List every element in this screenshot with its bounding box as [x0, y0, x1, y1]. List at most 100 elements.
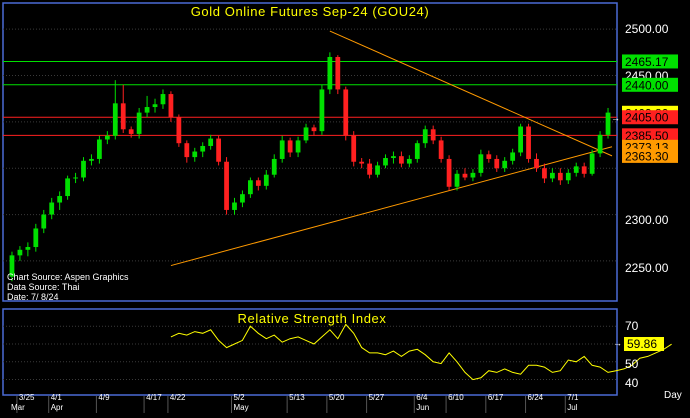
price-chart-title: Gold Online Futures Sep-24 (GOU24) [191, 4, 430, 19]
candlestick [589, 149, 595, 176]
candle-body [255, 180, 261, 186]
candle-body [319, 89, 325, 132]
candle-body [57, 196, 63, 203]
x-day-label: 4/1 [51, 393, 63, 402]
candle-body [526, 126, 531, 159]
candle-body [160, 94, 166, 105]
candle-body [33, 228, 39, 248]
candle-body [216, 138, 221, 162]
candle-body [375, 165, 380, 175]
candle-body [327, 56, 333, 90]
x-axis-unit: Day [664, 390, 682, 401]
candle-body [589, 153, 595, 174]
x-day-label: 3/25 [19, 393, 35, 402]
candle-body [518, 126, 523, 153]
candlestick [176, 114, 182, 147]
candle-body [462, 173, 468, 178]
candle-body [534, 158, 539, 169]
candle-body [263, 174, 269, 186]
candle-body [605, 112, 611, 135]
candle-body [208, 138, 214, 146]
candlestick [319, 84, 325, 135]
candle-body [200, 145, 206, 152]
candle-body [391, 156, 396, 159]
rsi-last-value-label: 59.86 [627, 337, 657, 351]
candlestick [343, 86, 349, 141]
candle-body [168, 94, 174, 118]
source-line-3: Date: 7/ 8/24 [7, 292, 59, 302]
level-label-text: 2440.00 [625, 78, 669, 92]
x-day-label: 5/27 [369, 393, 385, 402]
x-month-label: Apr [51, 403, 64, 412]
x-day-label: 5/2 [234, 393, 246, 402]
candlestick [216, 135, 221, 166]
candlestick [526, 123, 531, 163]
source-line-1: Chart Source: Aspen Graphics [7, 272, 129, 282]
rsi-tick-label: 40 [625, 376, 639, 390]
candle-body [144, 107, 150, 113]
candle-body [176, 117, 182, 144]
x-month-label: Jun [416, 403, 429, 412]
x-day-label: 6/4 [416, 393, 428, 402]
candle-body [438, 140, 444, 159]
candle-body [224, 161, 229, 210]
x-day-label: 6/24 [528, 393, 544, 402]
y-tick-label: 2250.00 [625, 261, 669, 275]
candle-body [25, 247, 31, 250]
candle-body [49, 202, 55, 215]
candle-body [486, 154, 492, 159]
candle-body [232, 202, 237, 210]
candlestick [597, 131, 603, 158]
candle-body [399, 156, 404, 164]
candle-body [104, 135, 110, 140]
candle-body [97, 139, 102, 159]
chart-canvas: Gold Online Futures Sep-24 (GOU24) Chart… [0, 0, 690, 413]
candle-body [311, 127, 317, 132]
x-day-label: 6/17 [488, 393, 504, 402]
x-day-label: 6/10 [448, 393, 464, 402]
x-day-label: 5/20 [329, 393, 345, 402]
candle-body [422, 129, 428, 144]
candle-body [542, 168, 547, 179]
candle-body [502, 160, 508, 169]
candle-body [565, 172, 571, 181]
candle-body [351, 135, 357, 162]
level-label: 2363.30 [622, 148, 678, 163]
candle-body [446, 158, 452, 187]
candlestick [438, 136, 444, 163]
candlestick [224, 157, 229, 215]
candle-body [73, 177, 78, 179]
candle-body [65, 178, 70, 197]
candle-body [510, 152, 516, 161]
candle-body [128, 129, 134, 134]
candle-body [192, 151, 198, 158]
candle-body [184, 143, 190, 158]
candle-body [494, 158, 500, 169]
x-day-label: 5/13 [289, 393, 305, 402]
candle-body [454, 173, 460, 187]
rsi-tick-label: 70 [625, 319, 639, 333]
level-label: 2465.17 [622, 54, 678, 69]
last-price-arrow: → [611, 113, 620, 123]
level-label: 2440.00 [622, 77, 678, 92]
level-label: 2405.00 [622, 110, 678, 125]
candle-body [557, 172, 563, 181]
candlestick [327, 52, 333, 95]
candle-body [430, 129, 436, 141]
candle-body [248, 180, 253, 195]
candle-body [152, 104, 158, 108]
candle-body [343, 89, 349, 136]
level-label-text: 2405.00 [625, 111, 669, 125]
x-month-label: Jul [567, 403, 577, 412]
candle-body [81, 160, 86, 178]
x-day-label: 7/1 [567, 393, 579, 402]
candle-body [359, 161, 365, 164]
rsi-last-arrow: → [613, 338, 622, 348]
candle-body [303, 127, 309, 141]
candlestick [351, 131, 357, 167]
candle-body [335, 56, 341, 90]
candle-body [478, 154, 484, 173]
candle-body [136, 112, 142, 134]
source-line-2: Data Source: Thai [7, 282, 79, 292]
level-label-text: 2465.17 [625, 55, 669, 69]
